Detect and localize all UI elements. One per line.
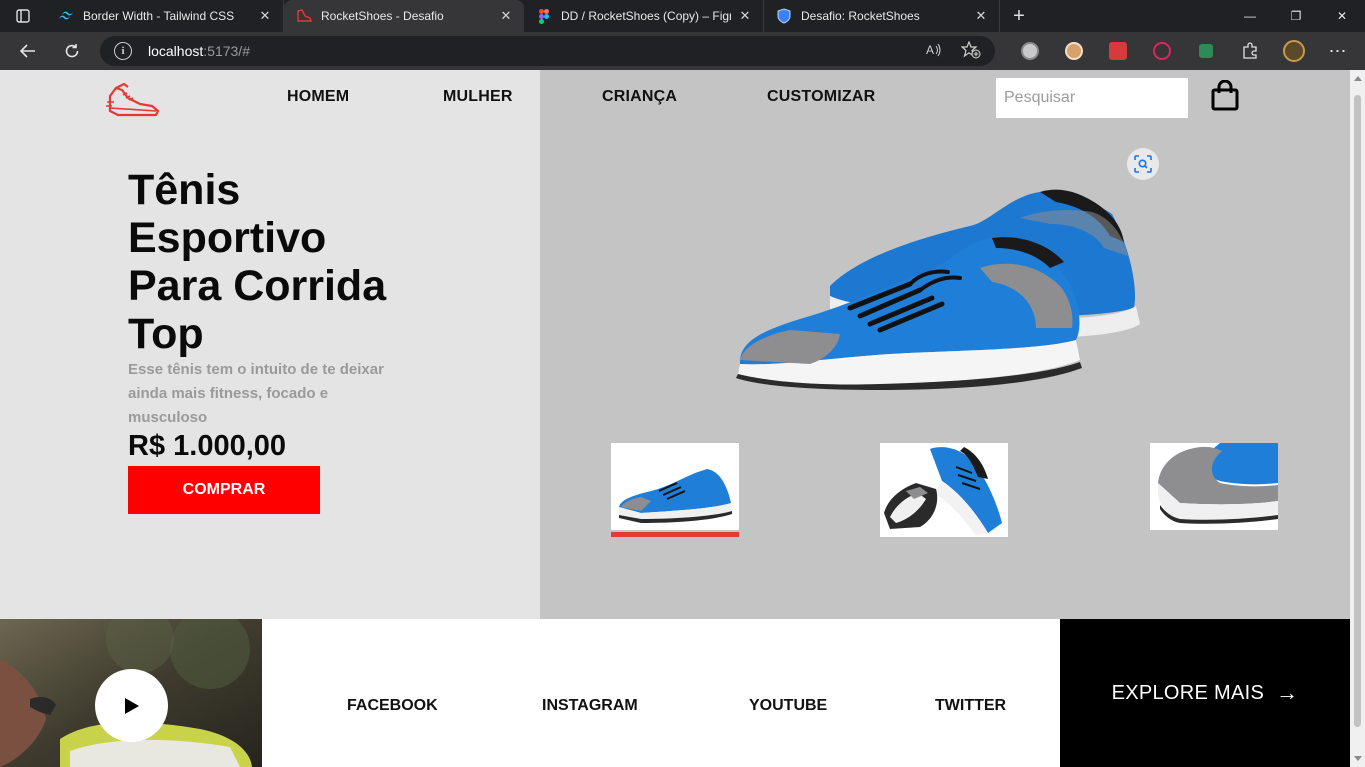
video-thumbnail[interactable] bbox=[0, 619, 262, 767]
extension-icon[interactable] bbox=[1184, 32, 1228, 70]
refresh-icon[interactable] bbox=[50, 32, 94, 70]
profile-avatar[interactable] bbox=[1272, 32, 1316, 70]
extension-icon[interactable] bbox=[1052, 32, 1096, 70]
play-button[interactable] bbox=[95, 669, 168, 742]
buy-button[interactable]: COMPRAR bbox=[128, 466, 320, 514]
tab-actions-icon[interactable] bbox=[0, 0, 46, 32]
scroll-down-icon[interactable] bbox=[1354, 756, 1362, 761]
tab-title: Border Width - Tailwind CSS bbox=[83, 9, 235, 23]
url-text: localhost:5173/# bbox=[148, 43, 250, 59]
tab-title: RocketShoes - Desafio bbox=[321, 9, 444, 23]
figma-icon bbox=[536, 8, 552, 24]
window-controls: — ❐ ✕ bbox=[1227, 0, 1365, 32]
site-info-icon[interactable]: i bbox=[114, 42, 132, 60]
tab-title: Desafio: RocketShoes bbox=[801, 9, 920, 23]
tab-rocketshoes[interactable]: RocketShoes - Desafio ✕ bbox=[284, 0, 524, 32]
minimize-icon[interactable]: — bbox=[1227, 0, 1273, 32]
favorite-add-icon[interactable] bbox=[961, 41, 981, 59]
extension-icon[interactable] bbox=[1096, 32, 1140, 70]
nav-mulher[interactable]: MULHER bbox=[443, 88, 513, 106]
maximize-icon[interactable]: ❐ bbox=[1273, 0, 1319, 32]
extension-icon[interactable] bbox=[1140, 32, 1184, 70]
close-window-icon[interactable]: ✕ bbox=[1319, 0, 1365, 32]
product-main-image bbox=[736, 189, 1140, 390]
url-path: :5173/# bbox=[203, 43, 250, 59]
visual-search-icon[interactable] bbox=[1127, 148, 1159, 180]
shopping-bag-icon[interactable] bbox=[1210, 80, 1240, 112]
rocketshoes-icon bbox=[296, 8, 312, 24]
extensions-bar: ⋯ bbox=[1008, 32, 1360, 70]
close-tab-icon[interactable]: ✕ bbox=[257, 8, 273, 24]
close-tab-icon[interactable]: ✕ bbox=[973, 8, 989, 24]
svg-text:A: A bbox=[926, 43, 934, 57]
back-icon[interactable] bbox=[6, 32, 50, 70]
active-thumbnail-indicator bbox=[611, 532, 739, 537]
more-menu-icon[interactable]: ⋯ bbox=[1316, 32, 1360, 70]
tab-title: DD / RocketShoes (Copy) – Figma bbox=[561, 9, 731, 23]
product-description: Esse tênis tem o intuito de te deixar ai… bbox=[128, 361, 384, 426]
tailwind-icon bbox=[58, 8, 74, 24]
extension-icon[interactable] bbox=[1008, 32, 1052, 70]
browser-toolbar: i localhost:5173/# A ⋯ bbox=[0, 32, 1365, 70]
arrow-right-icon: → bbox=[1276, 680, 1299, 705]
page-viewport: HOMEM MULHER CRIANÇA CUSTOMIZAR Tênis Es… bbox=[0, 70, 1350, 767]
address-bar-actions: A bbox=[925, 41, 981, 59]
close-tab-icon[interactable]: ✕ bbox=[498, 8, 514, 24]
read-aloud-icon[interactable]: A bbox=[925, 41, 943, 59]
sneaker-logo-icon[interactable] bbox=[106, 78, 160, 118]
product-thumbnail[interactable] bbox=[1150, 443, 1278, 530]
twitter-link[interactable]: TWITTER bbox=[935, 697, 1006, 715]
shield-icon bbox=[776, 8, 792, 24]
search-input[interactable] bbox=[996, 78, 1188, 118]
nav-homem[interactable]: HOMEM bbox=[287, 88, 349, 106]
url-host: localhost bbox=[148, 43, 204, 59]
explore-more-button[interactable]: EXPLORE MAIS → bbox=[1060, 619, 1350, 767]
product-title: Tênis Esportivo Para Corrida Top bbox=[128, 166, 387, 358]
instagram-link[interactable]: INSTAGRAM bbox=[542, 697, 638, 715]
product-thumbnail[interactable] bbox=[880, 443, 1008, 537]
puzzle-icon[interactable] bbox=[1228, 32, 1272, 70]
facebook-link[interactable]: FACEBOOK bbox=[347, 697, 438, 715]
play-icon bbox=[124, 697, 139, 714]
scrollbar-thumb[interactable] bbox=[1354, 95, 1361, 727]
product-thumbnail[interactable] bbox=[611, 443, 739, 530]
tab-tailwind[interactable]: Border Width - Tailwind CSS ✕ bbox=[46, 0, 284, 32]
browser-tab-bar: Border Width - Tailwind CSS ✕ RocketShoe… bbox=[0, 0, 1365, 32]
scroll-up-icon[interactable] bbox=[1354, 76, 1362, 81]
tab-desafio[interactable]: Desafio: RocketShoes ✕ bbox=[764, 0, 1000, 32]
close-tab-icon[interactable]: ✕ bbox=[737, 8, 753, 24]
nav-customizar[interactable]: CUSTOMIZAR bbox=[767, 88, 875, 106]
page-scrollbar[interactable] bbox=[1350, 70, 1365, 767]
new-tab-icon[interactable]: + bbox=[1004, 0, 1034, 32]
tab-figma[interactable]: DD / RocketShoes (Copy) – Figma ✕ bbox=[524, 0, 764, 32]
address-bar[interactable]: i localhost:5173/# A bbox=[100, 36, 995, 66]
youtube-link[interactable]: YOUTUBE bbox=[749, 697, 827, 715]
product-price: R$ 1.000,00 bbox=[128, 430, 287, 462]
explore-more-label: EXPLORE MAIS bbox=[1111, 681, 1265, 704]
social-links-bar: FACEBOOK INSTAGRAM YOUTUBE TWITTER bbox=[262, 619, 1060, 767]
nav-crianca[interactable]: CRIANÇA bbox=[602, 88, 677, 106]
